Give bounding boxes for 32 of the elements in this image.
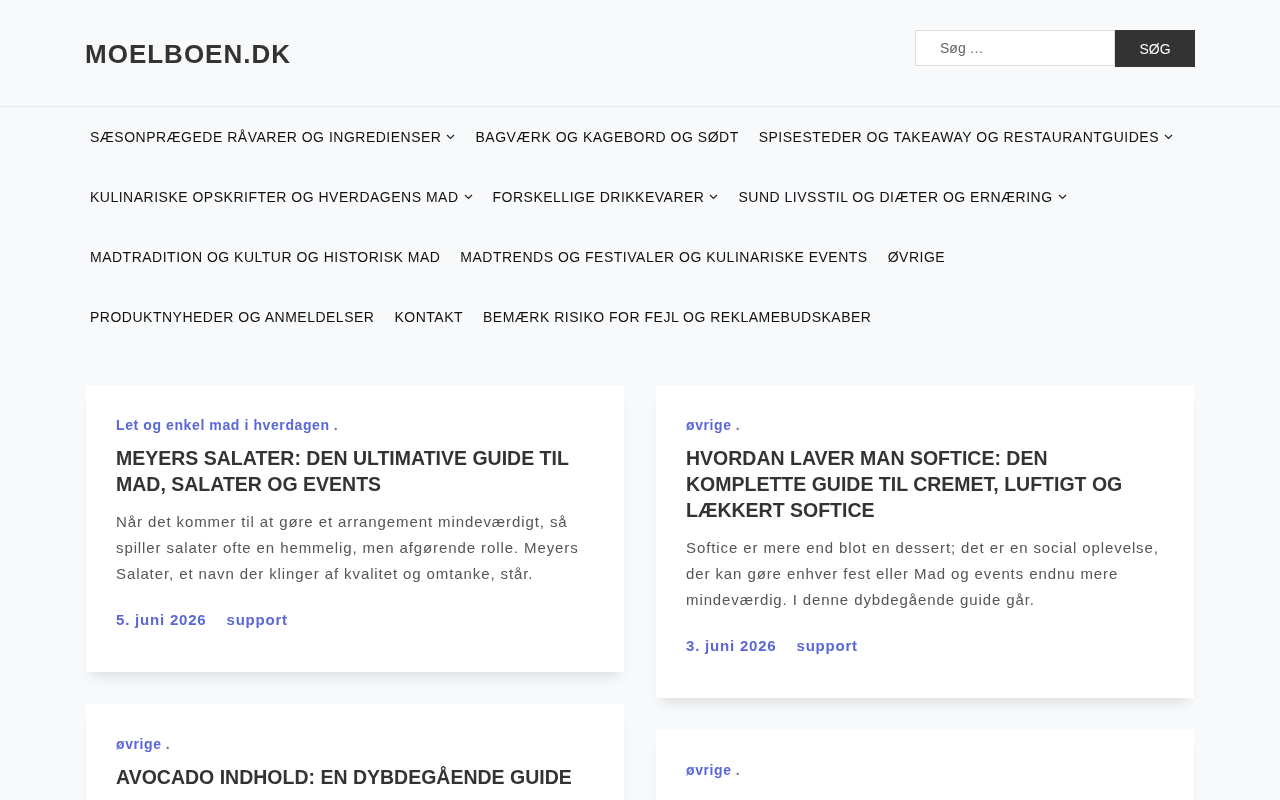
nav-item[interactable]: MADTRADITION OG KULTUR OG HISTORISK MAD xyxy=(85,227,456,287)
post-excerpt: Når det kommer til at gøre et arrangement mindeværdigt, så spiller salater ofte en hemmelig, men afgørende rolle. Meyers Salater, et navn der klinger af kvalitet og omtanke, står. xyxy=(116,512,580,584)
nav-item[interactable]: PRODUKTNYHEDER OG ANMELDELSER xyxy=(85,287,390,347)
search-button[interactable]: SØG xyxy=(1115,30,1195,67)
separator-dot: . xyxy=(735,417,741,433)
nav-item[interactable]: KONTAKT xyxy=(389,287,479,347)
nav-item[interactable]: BAGVÆRK OG KAGEBORD OG SØDT xyxy=(470,107,754,167)
nav-item[interactable]: ØVRIGE xyxy=(882,227,961,287)
site-title[interactable]: MOELBOEN.DK xyxy=(85,39,291,70)
post-excerpt: Softice er mere end blot en dessert; det er en social oplevelse, der kan gøre enhver fest eller Mad og events endnu mere mindeværdig. I denne dybdegående guide går. xyxy=(686,538,1160,610)
separator-dot: . xyxy=(165,736,171,752)
category-link[interactable]: øvrige xyxy=(116,736,162,752)
post-date[interactable]: 3. juni 2026 xyxy=(686,637,777,654)
post-title[interactable]: AVOCADO INDHOLD: EN DYBDEGÅENDE GUIDE xyxy=(116,764,594,790)
separator-dot: . xyxy=(333,417,339,433)
post-title[interactable]: MEYERS SALATER: DEN ULTIMATIVE GUIDE TIL MAD, SALATER OG EVENTS xyxy=(116,445,594,497)
category-link[interactable]: øvrige xyxy=(686,417,732,433)
nav-item[interactable]: KULINARISKE OPSKRIFTER OG HVERDAGENS MAD xyxy=(85,167,488,227)
nav-item[interactable]: SUND LIVSSTIL OG DIÆTER OG ERNÆRING xyxy=(733,167,1082,227)
post-title[interactable]: HVORDAN LAVER MAN SOFTICE: DEN KOMPLETTE GUIDE TIL CREMET, LUFTIGT OG LÆKKERT SOFTICE xyxy=(686,445,1164,523)
category-link[interactable]: Let og enkel mad i hverdagen xyxy=(116,417,330,433)
author-link[interactable]: support xyxy=(226,611,288,628)
author-link[interactable]: support xyxy=(796,637,858,654)
separator-dot: . xyxy=(735,762,741,778)
search-field[interactable]: Søg … xyxy=(915,30,1115,66)
nav-item[interactable]: BEMÆRK RISIKO FOR FEJL OG REKLAMEBUDSKABER xyxy=(478,287,887,347)
nav-item[interactable]: MADTRENDS OG FESTIVALER OG KULINARISKE EVENTS xyxy=(455,227,883,287)
nav-item[interactable]: FORSKELLIGE DRIKKEVARER xyxy=(487,167,734,227)
nav-item[interactable]: SPISESTEDER OG TAKEAWAY OG RESTAURANTGUIDES xyxy=(753,107,1189,167)
nav-item[interactable]: SÆSONPRÆGEDE RÅVARER OG INGREDIENSER xyxy=(85,107,471,167)
category-link[interactable]: øvrige xyxy=(686,762,732,778)
post-date[interactable]: 5. juni 2026 xyxy=(116,611,207,628)
